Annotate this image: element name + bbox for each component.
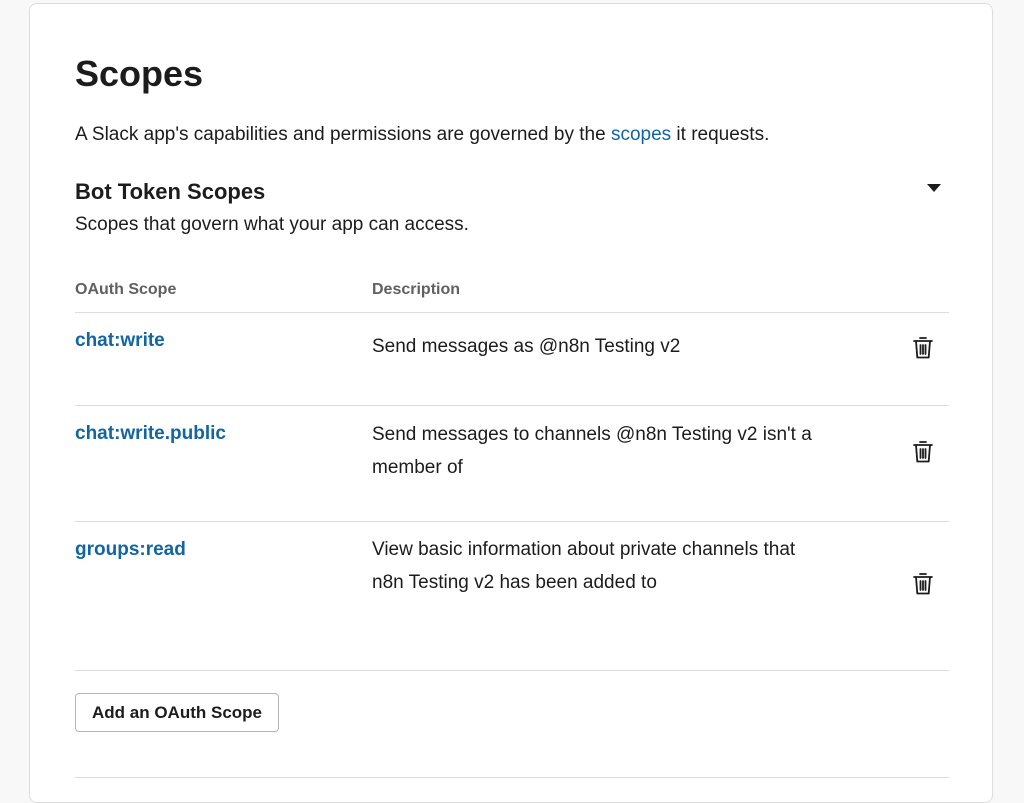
column-header-oauth-scope: OAuth Scope — [75, 281, 177, 298]
bot-token-scopes-subtitle: Scopes that govern what your app can acc… — [75, 214, 469, 235]
scope-link-groups-read[interactable]: groups:read — [75, 537, 186, 563]
divider — [75, 521, 949, 522]
column-header-description: Description — [372, 281, 461, 298]
scope-description: Send messages as @n8n Testing v2 — [372, 336, 681, 357]
trash-icon[interactable] — [912, 572, 934, 596]
trash-icon[interactable] — [912, 336, 934, 360]
divider — [75, 777, 949, 778]
scope-description: View basic information about private cha… — [372, 539, 796, 593]
divider — [75, 405, 949, 406]
divider — [75, 670, 949, 671]
scope-description: Send messages to channels @n8n Testing v… — [372, 424, 812, 478]
trash-icon[interactable] — [912, 440, 934, 464]
intro-text-after: it requests. — [671, 124, 770, 145]
add-oauth-scope-button[interactable]: Add an OAuth Scope — [75, 693, 279, 732]
divider — [75, 312, 949, 313]
scopes-link[interactable]: scopes — [611, 124, 671, 145]
intro-text-before: A Slack app's capabilities and permissio… — [75, 124, 611, 145]
scope-link-chat-write[interactable]: chat:write — [75, 328, 165, 354]
scopes-intro: A Slack app's capabilities and permissio… — [75, 122, 769, 148]
scopes-card: Scopes A Slack app's capabilities and pe… — [29, 3, 993, 803]
page-title: Scopes — [75, 53, 204, 94]
scope-link-chat-write-public[interactable]: chat:write.public — [75, 421, 226, 447]
caret-down-icon[interactable] — [927, 184, 941, 192]
bot-token-scopes-title: Bot Token Scopes — [75, 179, 266, 204]
